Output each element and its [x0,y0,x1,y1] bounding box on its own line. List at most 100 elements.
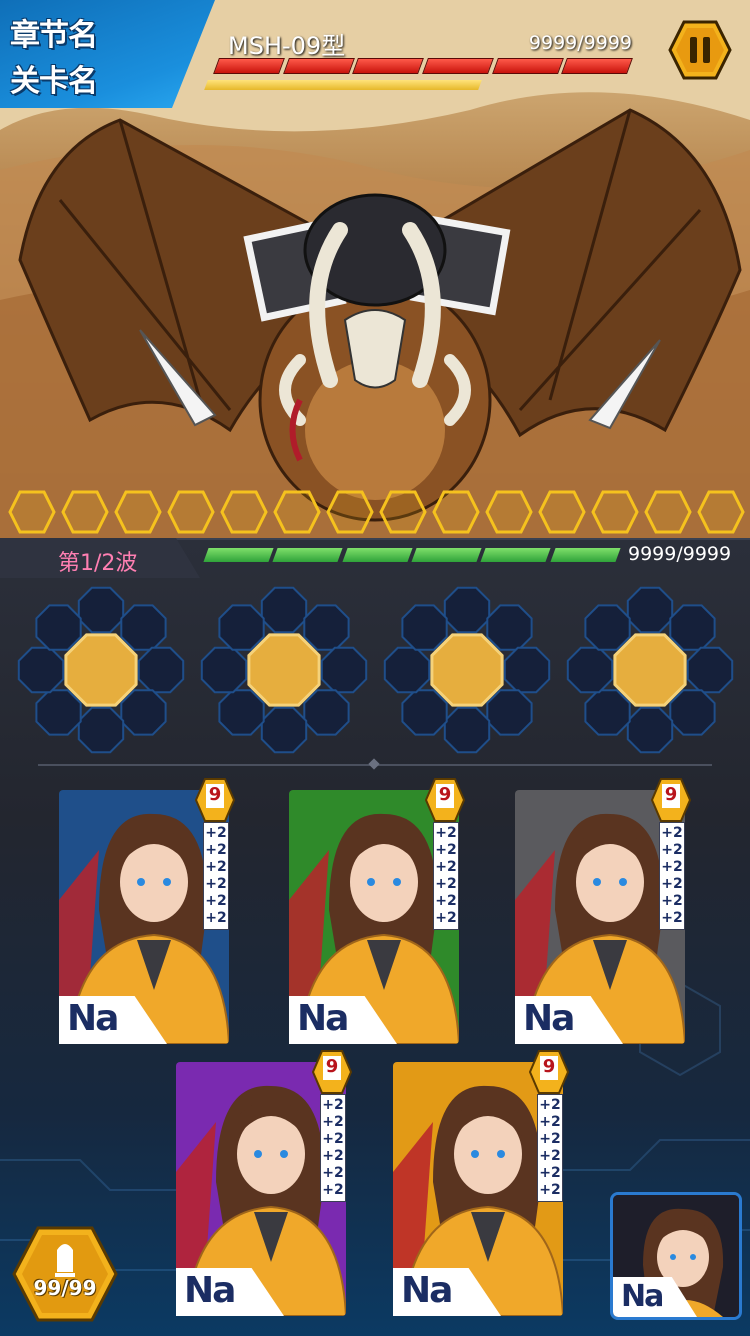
hero-name: Na [67,998,119,1039]
hero-name: Na [184,1270,236,1311]
energy-cell [591,490,639,534]
bonus-value: +2 [435,842,457,858]
bonus-value: +2 [322,1165,344,1181]
boss-hp-segment [213,58,285,74]
pause-button[interactable] [668,20,732,80]
bonus-value: +2 [539,1114,561,1130]
hero-card[interactable]: Na 9 +2 +2 +2 +2 +2 +2 [176,1050,353,1316]
energy-cell [8,490,56,534]
level-badge: 9 [650,778,692,822]
energy-cell [432,490,480,534]
bonus-value: +2 [205,859,227,875]
boss-hp-segment [352,58,424,74]
level-value: 9 [542,1056,556,1077]
bonus-value: +2 [661,893,683,909]
bonus-value: +2 [539,1165,561,1181]
hero-name: Na [523,998,575,1039]
skill-slot[interactable] [382,585,552,755]
bullet-icon [12,1226,118,1322]
bonus-value: +2 [661,842,683,858]
team-hp-segment [342,548,413,562]
energy-cell [379,490,427,534]
bonus-value: +2 [322,1148,344,1164]
bonus-value: +2 [661,859,683,875]
stage-name: 关卡名 [10,64,98,99]
slot-hex-cluster [383,586,551,754]
level-badge: 9 [194,778,236,822]
bonus-value: +2 [435,876,457,892]
team-hp-segment [480,548,552,562]
hero-card[interactable]: Na 9 +2 +2 +2 +2 +2 +2 [289,778,466,1044]
reserve-name: Na [621,1279,664,1314]
energy-cell [538,490,586,534]
energy-cell [61,490,109,534]
bonus-value: +2 [661,825,683,841]
team-hp-segment [550,548,621,562]
ammo-button[interactable] [12,1226,118,1322]
level-badge: 9 [311,1050,353,1094]
ammo-count: 99/99 [33,1276,97,1300]
reserve-card[interactable]: Na [610,1192,742,1320]
bonus-value: +2 [322,1131,344,1147]
hero-name: Na [297,998,349,1039]
energy-cell [644,490,692,534]
hero-card[interactable]: Na 9 +2 +2 +2 +2 +2 +2 [393,1050,570,1316]
boss-hp-segment [491,58,564,74]
energy-cells [8,490,745,534]
bonus-value: +2 [205,893,227,909]
boss-name: MSH-09型 [228,32,346,60]
bonus-list: +2 +2 +2 +2 +2 +2 [537,1094,563,1202]
level-value: 9 [664,784,678,805]
skill-slot[interactable] [199,585,369,755]
bonus-list: +2 +2 +2 +2 +2 +2 [320,1094,346,1202]
boss-hp-segment [282,58,355,74]
level-value: 9 [438,784,452,805]
energy-cell [114,490,162,534]
level-badge: 9 [424,778,466,822]
slot-hex-cluster [17,586,185,754]
bonus-list: +2 +2 +2 +2 +2 +2 [433,822,459,930]
energy-cell [485,490,533,534]
energy-cell [167,490,215,534]
team-hp-segment [272,548,344,562]
hero-card[interactable]: Na 9 +2 +2 +2 +2 +2 +2 [59,778,236,1044]
wave-label: 第1/2波 [58,551,138,576]
team-hp-text: 9999/9999 [628,543,732,565]
bonus-value: +2 [322,1182,344,1198]
team-hp-segment [411,548,482,562]
bonus-list: +2 +2 +2 +2 +2 +2 [659,822,685,930]
bonus-value: +2 [539,1182,561,1198]
slot-hex-cluster [200,586,368,754]
bonus-value: +2 [435,825,457,841]
skill-slot[interactable] [565,585,735,755]
energy-cell [697,490,745,534]
pause-icon [668,20,732,80]
slot-hex-cluster [566,586,734,754]
bonus-value: +2 [661,876,683,892]
bonus-value: +2 [205,842,227,858]
bonus-list: +2 +2 +2 +2 +2 +2 [203,822,229,930]
bonus-value: +2 [435,910,457,926]
level-value: 9 [208,784,222,805]
bonus-value: +2 [322,1097,344,1113]
skill-slot[interactable] [16,585,186,755]
bonus-value: +2 [539,1097,561,1113]
chapter-name: 章节名 [10,18,98,53]
boss-hp-segment [561,58,633,74]
team-hp-bar [203,548,621,562]
energy-cell [273,490,321,534]
energy-cell [220,490,268,534]
hero-card[interactable]: Na 9 +2 +2 +2 +2 +2 +2 [515,778,692,1044]
boss-hp-text: 9999/9999 [528,32,632,54]
boss-armor-bar [204,80,482,90]
bonus-value: +2 [539,1148,561,1164]
boss-hp-segment [422,58,494,74]
bonus-value: +2 [205,910,227,926]
boss-hp-bar [213,58,633,74]
bonus-value: +2 [435,859,457,875]
bonus-value: +2 [205,876,227,892]
hero-name: Na [401,1270,453,1311]
bonus-value: +2 [661,910,683,926]
level-badge: 9 [528,1050,570,1094]
bonus-value: +2 [539,1131,561,1147]
